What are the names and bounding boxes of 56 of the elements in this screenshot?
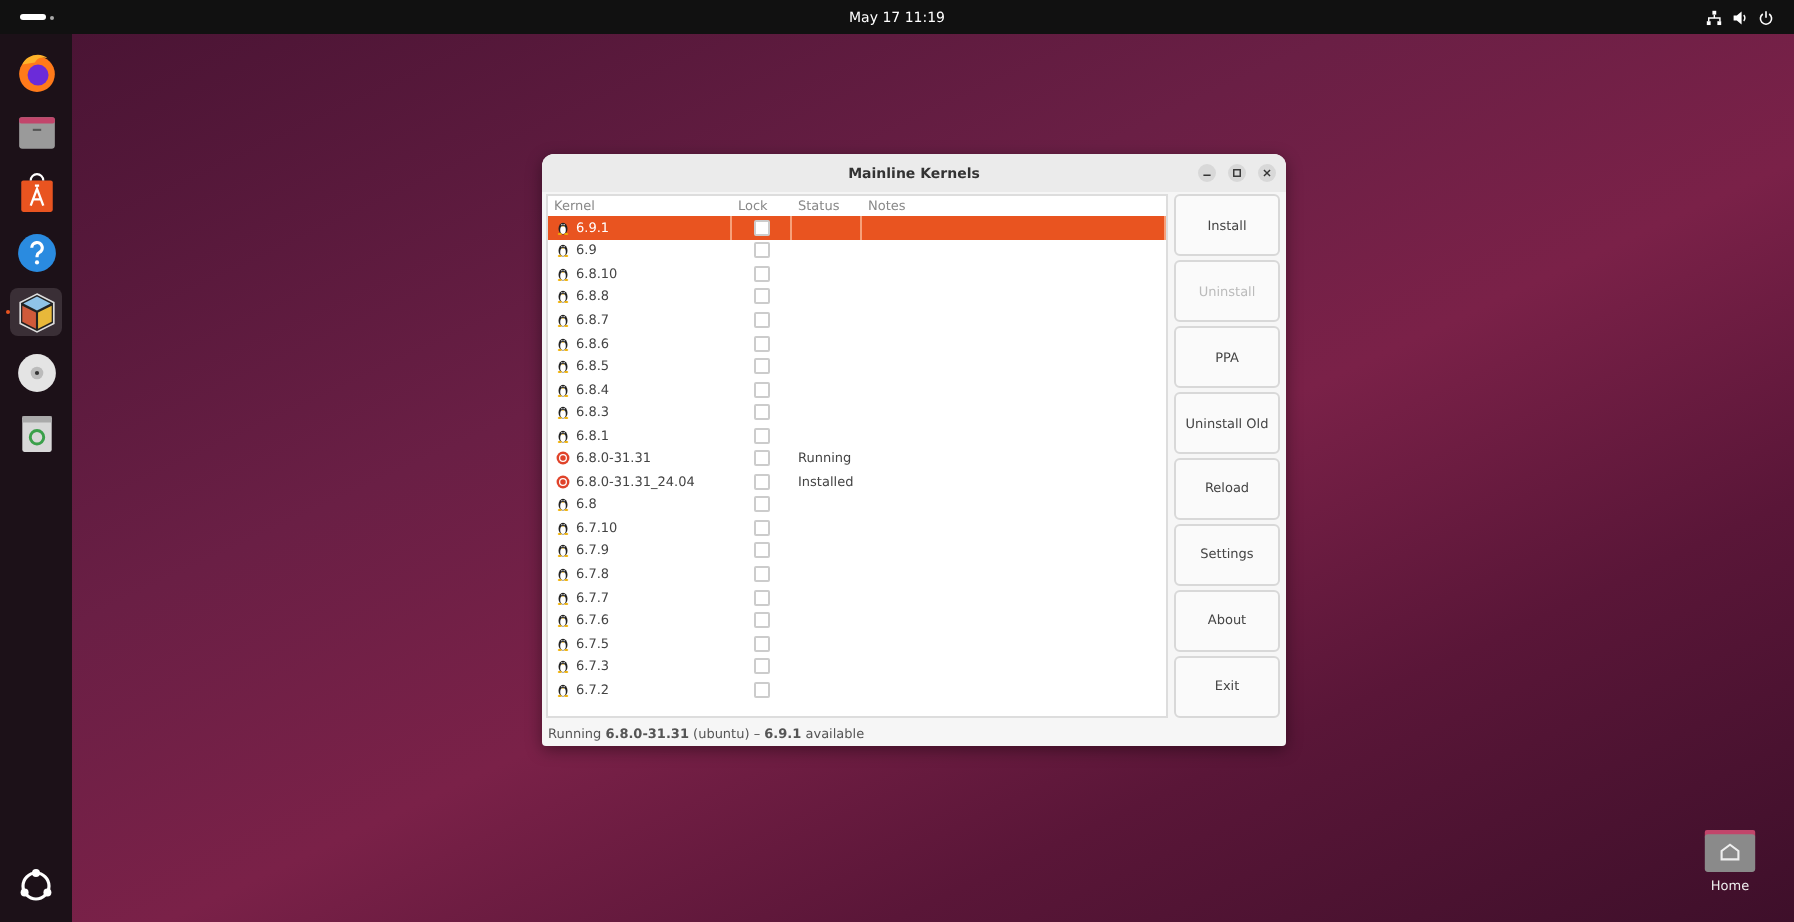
lock-checkbox[interactable] — [754, 473, 770, 490]
penguin-icon — [556, 242, 570, 259]
lock-checkbox[interactable] — [754, 542, 770, 559]
penguin-icon — [556, 542, 570, 559]
power-icon[interactable] — [1758, 9, 1774, 25]
penguin-icon — [556, 219, 570, 236]
lock-checkbox[interactable] — [754, 612, 770, 629]
ubuntu-logo-icon[interactable] — [16, 866, 56, 906]
shopping-bag-icon[interactable] — [15, 171, 57, 213]
lock-checkbox[interactable] — [754, 265, 770, 282]
minimize-icon[interactable] — [1198, 164, 1216, 182]
lock-checkbox[interactable] — [754, 519, 770, 536]
penguin-icon — [556, 635, 570, 652]
browser-icon[interactable] — [15, 51, 57, 93]
folder-home-icon[interactable] — [1704, 830, 1756, 872]
penguin-icon — [556, 265, 570, 282]
lock-checkbox[interactable] — [754, 311, 770, 328]
cube-icon[interactable] — [15, 291, 57, 333]
penguin-icon — [556, 681, 570, 698]
penguin-icon — [556, 311, 570, 328]
penguin-icon — [556, 565, 570, 582]
lock-checkbox[interactable] — [754, 681, 770, 698]
lock-checkbox[interactable] — [754, 427, 770, 444]
lock-checkbox[interactable] — [754, 496, 770, 513]
penguin-icon — [556, 358, 570, 375]
volume-icon[interactable] — [1732, 9, 1748, 25]
lock-checkbox[interactable] — [754, 565, 770, 582]
penguin-icon — [556, 381, 570, 398]
maximize-icon[interactable] — [1228, 164, 1246, 182]
penguin-icon — [556, 427, 570, 444]
lock-checkbox[interactable] — [754, 381, 770, 398]
folder-icon[interactable] — [15, 111, 57, 153]
lock-checkbox[interactable] — [753, 219, 769, 236]
penguin-icon — [556, 496, 570, 513]
penguin-icon — [556, 288, 570, 305]
penguin-icon — [556, 519, 570, 536]
penguin-icon — [556, 335, 570, 351]
lock-checkbox[interactable] — [754, 288, 770, 305]
lock-checkbox[interactable] — [754, 404, 770, 421]
lock-checkbox[interactable] — [754, 358, 770, 375]
running-indicator — [6, 310, 10, 314]
penguin-icon — [556, 658, 570, 675]
help-icon[interactable] — [15, 231, 57, 273]
lock-checkbox[interactable] — [754, 589, 770, 606]
lock-checkbox[interactable] — [754, 242, 770, 259]
lock-checkbox[interactable] — [754, 335, 770, 351]
penguin-icon — [556, 404, 570, 421]
network-icon[interactable] — [1706, 9, 1722, 25]
lock-checkbox[interactable] — [754, 658, 770, 675]
lock-checkbox[interactable] — [754, 635, 770, 652]
disc-icon[interactable] — [15, 351, 57, 393]
workspace-indicator[interactable] — [20, 14, 54, 20]
penguin-icon — [556, 612, 570, 629]
lock-checkbox[interactable] — [754, 450, 770, 467]
close-icon[interactable] — [1258, 164, 1276, 182]
penguin-icon — [556, 589, 570, 606]
